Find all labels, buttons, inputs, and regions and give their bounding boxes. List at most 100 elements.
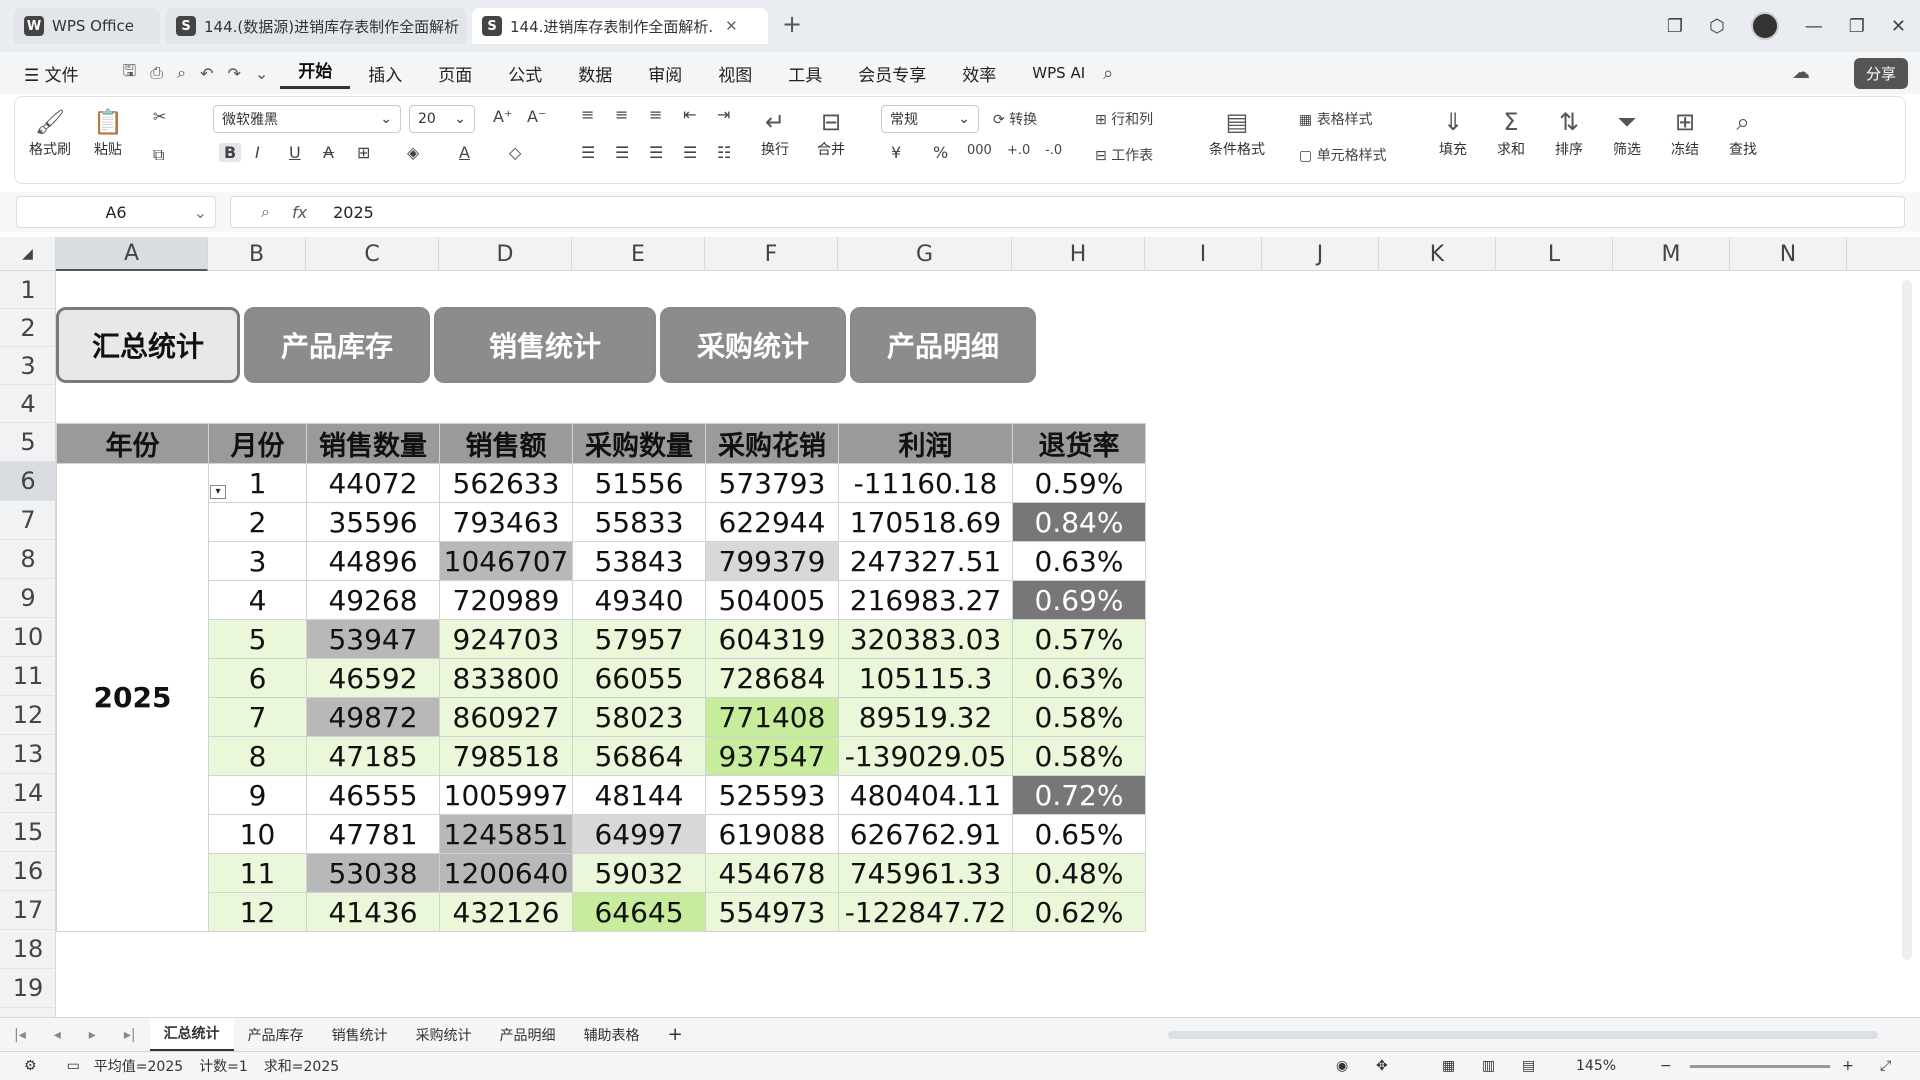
column-header-h[interactable]: H bbox=[1012, 237, 1145, 271]
table-cell[interactable]: 454678 bbox=[705, 853, 839, 893]
menu-view[interactable]: 视图 bbox=[700, 61, 770, 86]
column-header-g[interactable]: G bbox=[838, 237, 1012, 271]
tab-source-file[interactable]: S 144.(数据源)进销库存表制作全面解析 bbox=[166, 8, 466, 44]
menu-tools[interactable]: 工具 bbox=[770, 61, 840, 86]
bold-icon[interactable]: B bbox=[219, 143, 242, 162]
table-cell[interactable]: 51556 bbox=[572, 463, 706, 503]
table-cell[interactable]: 619088 bbox=[705, 814, 839, 854]
strikethrough-icon[interactable]: A bbox=[323, 143, 334, 162]
conditional-format-button[interactable]: ▤ 条件格式 bbox=[1209, 105, 1265, 159]
fill-button[interactable]: ⇓ 填充 bbox=[1439, 105, 1467, 159]
table-cell[interactable]: 604319 bbox=[705, 619, 839, 659]
format-painter-button[interactable]: 🖌 格式刷 bbox=[29, 105, 71, 159]
table-cell[interactable]: 12 bbox=[208, 892, 307, 932]
sheet-tab-sales[interactable]: 销售统计 bbox=[318, 1018, 402, 1052]
currency-icon[interactable]: ¥ bbox=[891, 143, 901, 162]
zoom-slider[interactable] bbox=[1690, 1065, 1830, 1068]
redo-icon[interactable]: ↷ bbox=[227, 64, 240, 83]
cut-icon[interactable]: ✂ bbox=[153, 107, 166, 126]
copy-icon[interactable]: ⧉ bbox=[153, 145, 164, 165]
table-cell[interactable]: 105115.3 bbox=[838, 658, 1013, 698]
table-cell[interactable]: 47185 bbox=[306, 736, 440, 776]
column-header-a[interactable]: A bbox=[56, 237, 208, 271]
align-top-icon[interactable]: ≡ bbox=[581, 105, 594, 124]
underline-icon[interactable]: U bbox=[289, 143, 301, 162]
macro-icon[interactable]: ⚙ bbox=[24, 1058, 37, 1074]
table-cell[interactable]: 10 bbox=[208, 814, 307, 854]
indent-decrease-icon[interactable]: ⇤ bbox=[683, 105, 696, 124]
tab-current-file[interactable]: S 144.进销库存表制作全面解析. ✕ bbox=[472, 8, 768, 44]
distribute-icon[interactable]: ☷ bbox=[717, 143, 731, 162]
table-cell[interactable]: 720989 bbox=[439, 580, 573, 620]
table-cell[interactable]: 44072 bbox=[306, 463, 440, 503]
zoom-out-icon[interactable]: − bbox=[1660, 1058, 1672, 1074]
table-cell[interactable]: 1245851 bbox=[439, 814, 573, 854]
row-header[interactable]: 2 bbox=[0, 309, 56, 347]
table-cell[interactable]: 49268 bbox=[306, 580, 440, 620]
fullscreen-icon[interactable]: ⤢ bbox=[1880, 1058, 1891, 1074]
table-cell[interactable]: 64997 bbox=[572, 814, 706, 854]
filter-button[interactable]: ⏷ 筛选 bbox=[1613, 105, 1641, 159]
indent-increase-icon[interactable]: ⇥ bbox=[717, 105, 730, 124]
table-cell[interactable]: 0.57% bbox=[1012, 619, 1146, 659]
freeze-button[interactable]: ⊞ 冻结 bbox=[1671, 105, 1699, 159]
convert-button[interactable]: ⟳ 转换 bbox=[993, 109, 1037, 129]
table-cell[interactable]: 35596 bbox=[306, 502, 440, 542]
table-cell[interactable]: 170518.69 bbox=[838, 502, 1013, 542]
table-cell[interactable]: 8 bbox=[208, 736, 307, 776]
sheet-tab-inventory[interactable]: 产品库存 bbox=[234, 1018, 318, 1052]
column-header-d[interactable]: D bbox=[439, 237, 572, 271]
window-layout-icon[interactable]: ❐ bbox=[1667, 16, 1683, 37]
font-color-icon[interactable]: A bbox=[459, 143, 470, 162]
table-cell[interactable]: 48144 bbox=[572, 775, 706, 815]
decimal-decrease-icon[interactable]: -.0 bbox=[1045, 143, 1062, 158]
next-sheet-icon[interactable]: ▸ bbox=[75, 1018, 110, 1052]
close-tab-icon[interactable]: ✕ bbox=[725, 17, 738, 35]
table-cell[interactable]: 0.63% bbox=[1012, 658, 1146, 698]
table-cell[interactable]: 504005 bbox=[705, 580, 839, 620]
sheet-tab-purchase[interactable]: 采购统计 bbox=[402, 1018, 486, 1052]
table-cell[interactable]: 320383.03 bbox=[838, 619, 1013, 659]
table-cell[interactable]: 771408 bbox=[705, 697, 839, 737]
fill-color-icon[interactable]: ◈ bbox=[407, 143, 419, 162]
wps-ai-button[interactable]: WPS AI bbox=[1014, 64, 1103, 82]
thousands-icon[interactable]: 000 bbox=[967, 143, 992, 158]
row-header[interactable]: 10 bbox=[0, 618, 56, 657]
vertical-scrollbar[interactable] bbox=[1902, 280, 1912, 960]
sheet-tab-product-detail[interactable]: 产品明细 bbox=[486, 1018, 570, 1052]
wrap-text-button[interactable]: ↵ 换行 bbox=[761, 105, 789, 159]
table-cell[interactable]: 4 bbox=[208, 580, 307, 620]
print-icon[interactable]: ⎙ bbox=[150, 63, 163, 83]
table-cell[interactable]: -122847.72 bbox=[838, 892, 1013, 932]
menu-page[interactable]: 页面 bbox=[420, 61, 490, 86]
table-cell[interactable]: 745961.33 bbox=[838, 853, 1013, 893]
table-cell[interactable]: 924703 bbox=[439, 619, 573, 659]
table-cell[interactable]: 562633 bbox=[439, 463, 573, 503]
table-cell[interactable]: 6 bbox=[208, 658, 307, 698]
nav-button-product-detail[interactable]: 产品明细 bbox=[850, 307, 1036, 383]
avatar[interactable] bbox=[1750, 12, 1779, 40]
table-cell[interactable]: -139029.05 bbox=[838, 736, 1013, 776]
column-header-n[interactable]: N bbox=[1730, 237, 1847, 271]
column-header-k[interactable]: K bbox=[1379, 237, 1496, 271]
search-icon[interactable]: ⌕ bbox=[1103, 63, 1113, 84]
menu-efficiency[interactable]: 效率 bbox=[944, 61, 1014, 86]
preview-icon[interactable]: ⌕ bbox=[177, 63, 186, 83]
column-header-e[interactable]: E bbox=[572, 237, 705, 271]
row-header[interactable]: 14 bbox=[0, 774, 56, 813]
eraser-icon[interactable]: ◇ bbox=[509, 143, 521, 162]
row-header[interactable]: 17 bbox=[0, 891, 56, 930]
column-header-f[interactable]: F bbox=[705, 237, 838, 271]
select-all-corner[interactable]: ◢ bbox=[0, 237, 56, 271]
align-right-icon[interactable]: ☰ bbox=[649, 143, 663, 162]
table-cell[interactable]: 57957 bbox=[572, 619, 706, 659]
menu-member[interactable]: 会员专享 bbox=[840, 61, 944, 86]
table-cell[interactable]: 0.58% bbox=[1012, 697, 1146, 737]
table-cell[interactable]: 7 bbox=[208, 697, 307, 737]
menu-data[interactable]: 数据 bbox=[560, 61, 630, 86]
sheet-tab-summary[interactable]: 汇总统计 bbox=[149, 1017, 234, 1052]
font-family-select[interactable]: 微软雅黑 ⌄ bbox=[213, 105, 401, 133]
share-button[interactable]: 分享 bbox=[1853, 58, 1908, 89]
new-tab-icon[interactable]: + bbox=[782, 10, 802, 38]
table-cell[interactable]: 5 bbox=[208, 619, 307, 659]
